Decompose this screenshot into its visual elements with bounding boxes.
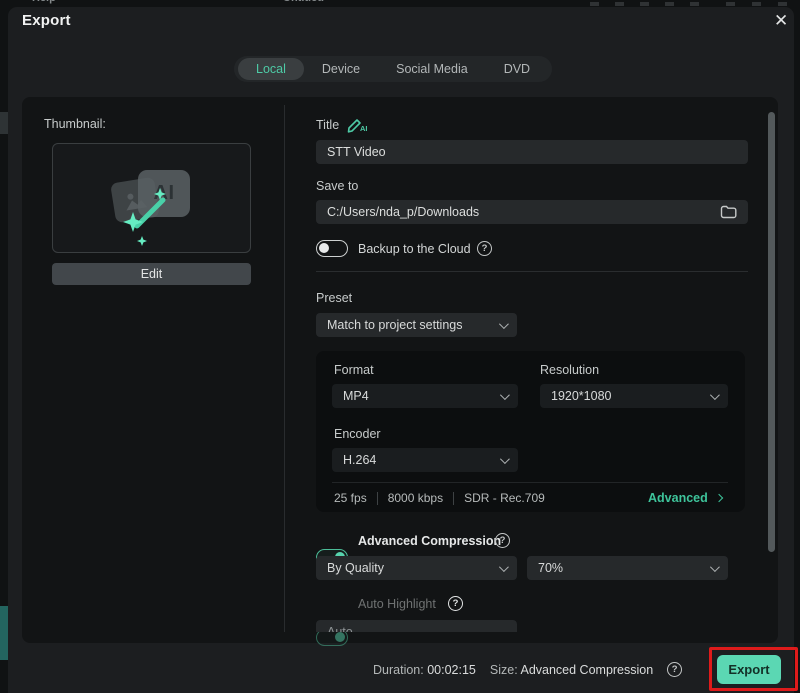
save-to-value: C:/Users/nda_p/Downloads [327, 205, 479, 219]
advanced-compression-label: Advanced Compression [358, 534, 501, 548]
compression-mode-dropdown[interactable]: By Quality [316, 556, 517, 580]
backup-help-icon[interactable]: ? [477, 241, 492, 256]
chevron-down-icon [499, 319, 509, 329]
save-to-input[interactable]: C:/Users/nda_p/Downloads [316, 200, 748, 224]
folder-browse-icon[interactable] [720, 205, 737, 219]
preset-dropdown[interactable]: Match to project settings [316, 313, 517, 337]
background-toolbar-icon-fragment [590, 2, 599, 6]
bitrate-value: 8000 kbps [388, 491, 443, 505]
tab-social-media[interactable]: Social Media [378, 58, 486, 80]
chevron-down-icon [500, 390, 510, 400]
export-button[interactable]: Export [717, 655, 781, 684]
tab-device[interactable]: Device [304, 58, 378, 80]
compression-quality-value: 70% [538, 561, 563, 575]
format-dropdown[interactable]: MP4 [332, 384, 518, 408]
background-project-title-fragment: Untitled [283, 0, 363, 7]
ai-rename-pencil-icon[interactable]: AI [346, 115, 368, 133]
toggle-knob [319, 243, 329, 253]
tab-local[interactable]: Local [238, 58, 304, 80]
export-footer: Duration: 00:02:15 Size: Advanced Compre… [373, 662, 682, 677]
resolution-dropdown[interactable]: 1920*1080 [540, 384, 728, 408]
background-timeline-fragment [0, 606, 8, 660]
background-panel-fragment [0, 112, 8, 134]
chevron-right-icon [715, 494, 723, 502]
size-label: Size: [490, 663, 518, 677]
tab-dvd[interactable]: DVD [486, 58, 548, 80]
background-toolbar-icon-fragment [615, 2, 624, 6]
background-toolbar-icon-fragment [778, 2, 787, 6]
duration-label: Duration: [373, 663, 424, 677]
format-value: MP4 [343, 389, 369, 403]
duration-value: 00:02:15 [427, 663, 476, 677]
chevron-down-icon [710, 562, 720, 572]
size-help-icon[interactable]: ? [667, 662, 682, 677]
background-toolbar-icon-fragment [640, 2, 649, 6]
encoder-dropdown[interactable]: H.264 [332, 448, 518, 472]
chevron-down-icon [500, 454, 510, 464]
format-label: Format [334, 363, 374, 377]
title-value: STT Video [327, 145, 386, 159]
title-input[interactable]: STT Video [316, 140, 748, 164]
toggle-knob [335, 632, 345, 642]
edit-thumbnail-button[interactable]: Edit [52, 263, 251, 285]
chevron-down-icon [499, 562, 509, 572]
svg-text:AI: AI [360, 124, 368, 133]
advanced-link-label: Advanced [648, 491, 708, 505]
spec-separator [453, 492, 454, 505]
background-toolbar-icon-fragment [752, 2, 761, 6]
auto-highlight-label: Auto Highlight [358, 597, 436, 611]
save-to-label: Save to [316, 179, 358, 193]
chevron-down-icon [710, 390, 720, 400]
advanced-settings-link[interactable]: Advanced [648, 491, 722, 505]
advanced-compression-help-icon[interactable]: ? [495, 533, 510, 548]
auto-highlight-help-icon[interactable]: ? [448, 596, 463, 611]
thumbnail-preview[interactable]: AI [52, 143, 251, 253]
spec-separator [377, 492, 378, 505]
fps-value: 25 fps [334, 491, 367, 505]
backup-cloud-toggle[interactable] [316, 240, 348, 257]
backup-cloud-label: Backup to the Cloud [358, 242, 471, 256]
export-tabbar: Local Device Social Media DVD [234, 56, 552, 82]
size-value: Advanced Compression [520, 663, 653, 677]
resolution-value: 1920*1080 [551, 389, 611, 403]
encoder-value: H.264 [343, 453, 376, 467]
background-toolbar-icon-fragment [665, 2, 674, 6]
column-divider [284, 105, 285, 632]
panel-scrollbar[interactable] [768, 112, 775, 552]
compression-quality-dropdown[interactable]: 70% [527, 556, 728, 580]
resolution-label: Resolution [540, 363, 599, 377]
background-toolbar-icon-fragment [690, 2, 699, 6]
section-divider [316, 271, 748, 272]
preset-label: Preset [316, 291, 352, 305]
dialog-title: Export [22, 12, 71, 29]
background-menu-fragment: Help [32, 0, 92, 7]
magic-wand-icon [115, 186, 195, 252]
specs-divider [332, 482, 728, 483]
thumbnail-label: Thumbnail: [44, 117, 106, 131]
color-space-value: SDR - Rec.709 [464, 491, 545, 505]
specs-row: 25 fps 8000 kbps SDR - Rec.709 [334, 491, 545, 505]
close-icon[interactable]: ✕ [768, 9, 794, 33]
clipped-dropdown-value: Auto [327, 625, 353, 632]
preset-value: Match to project settings [327, 318, 462, 332]
format-settings-panel: Format MP4 Resolution 1920*1080 Encoder … [316, 351, 745, 512]
clipped-dropdown[interactable]: Auto [316, 620, 517, 632]
background-toolbar-icon-fragment [726, 2, 735, 6]
encoder-label: Encoder [334, 427, 381, 441]
title-label: Title [316, 118, 339, 132]
compression-mode-value: By Quality [327, 561, 384, 575]
